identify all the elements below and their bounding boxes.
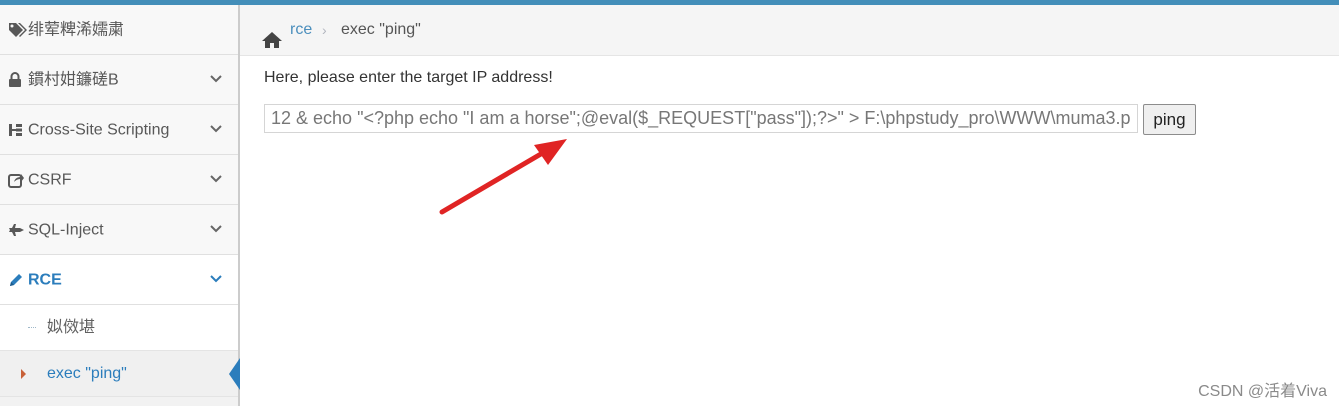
chevron-down-icon	[210, 175, 222, 183]
sidebar-item-rce[interactable]: RCE	[0, 255, 238, 305]
tags-icon	[8, 5, 28, 54]
ping-button[interactable]: ping	[1143, 104, 1196, 135]
chevron-down-icon	[210, 225, 222, 233]
caret-right-icon	[21, 369, 26, 379]
sidebar-item-csrf[interactable]: CSRF	[0, 155, 238, 205]
sidebar-item-label: 绯荤粺浠嬬粛	[28, 21, 125, 39]
watermark-text: CSDN @活着Viva	[1198, 383, 1327, 400]
pencil-icon	[8, 255, 28, 304]
sidebar-item-label: 鏆村姏鐮磋В	[28, 71, 119, 89]
sidebar-item-label: Cross-Site Scripting	[28, 121, 170, 139]
sidebar-subitem-label: exec "ping"	[47, 365, 127, 382]
breadcrumb: rce › exec "ping"	[240, 5, 1339, 56]
ip-address-input[interactable]	[264, 104, 1138, 133]
sidebar-subitem-overview[interactable]: 姒傚堪	[0, 305, 238, 351]
sidebar-item-xss[interactable]: Cross-Site Scripting	[0, 105, 238, 155]
sidebar-item-sqli[interactable]: SQL-Inject	[0, 205, 238, 255]
active-indicator-icon	[229, 358, 240, 390]
sidebar-item-label: SQL-Inject	[28, 221, 104, 239]
tree-dash	[28, 327, 36, 328]
breadcrumb-link-rce[interactable]: rce	[290, 5, 312, 55]
sidebar-subitem-label: 姒傚堪	[47, 319, 96, 336]
sidebar-subitem-exec-ping[interactable]: exec "ping"	[0, 351, 240, 397]
share-square-icon	[8, 155, 28, 204]
breadcrumb-current: exec "ping"	[341, 21, 421, 38]
home-icon[interactable]	[261, 20, 283, 70]
chevron-down-icon	[210, 75, 222, 83]
sitemap-icon	[8, 105, 28, 154]
sidebar-item-label: RCE	[28, 271, 62, 289]
sidebar: 绯荤粺浠嬬粛 鏆村姏鐮磋В Cross-Site Scripting CSRF …	[0, 5, 240, 406]
sidebar-item-burteforce[interactable]: 鏆村姏鐮磋В	[0, 55, 238, 105]
chevron-down-icon	[210, 125, 222, 133]
sidebar-item-intro[interactable]: 绯荤粺浠嬬粛	[0, 5, 238, 55]
ip-prompt-text: Here, please enter the target IP address…	[264, 69, 553, 86]
chevron-down-icon	[210, 275, 222, 283]
annotation-arrow-icon	[439, 139, 567, 215]
fighter-jet-icon	[8, 205, 28, 254]
sidebar-item-label: CSRF	[28, 171, 72, 189]
rce-submenu: 姒傚堪 exec "ping"	[0, 305, 240, 397]
breadcrumb-separator: ›	[322, 22, 327, 38]
lock-icon	[8, 55, 28, 104]
